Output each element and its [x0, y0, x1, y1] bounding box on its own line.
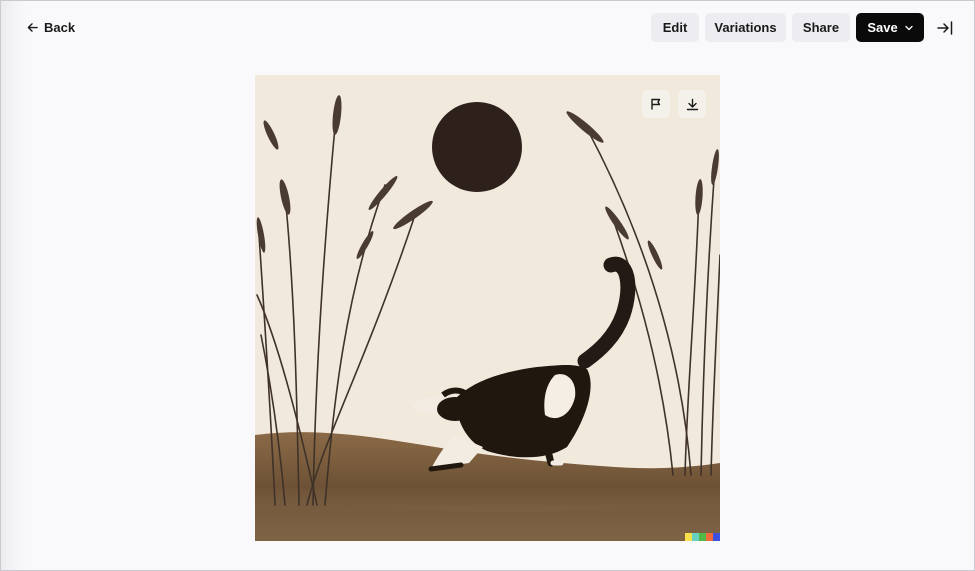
back-label: Back: [44, 19, 76, 35]
variations-label: Variations: [714, 20, 777, 35]
signature-swatch: [706, 533, 713, 541]
download-button[interactable]: [678, 90, 706, 118]
save-button[interactable]: Save: [856, 13, 924, 42]
collapse-panel-button[interactable]: [935, 18, 955, 38]
generated-image[interactable]: [255, 75, 720, 541]
share-button[interactable]: Share: [792, 13, 850, 42]
signature-color-strip: [685, 533, 720, 541]
chevron-down-icon: [905, 25, 913, 30]
edit-label: Edit: [662, 20, 688, 35]
download-icon: [686, 98, 698, 110]
back-button[interactable]: Back: [27, 17, 75, 37]
signature-swatch: [685, 533, 692, 541]
report-button[interactable]: [642, 90, 670, 118]
artwork-illustration: [255, 75, 720, 541]
app-window: Back Edit Variations Share Save: [0, 0, 975, 571]
arrow-left-icon: [27, 22, 38, 32]
left-panel-shadow: [1, 1, 27, 570]
signature-swatch: [699, 533, 706, 541]
flag-icon: [651, 98, 661, 110]
share-label: Share: [802, 20, 840, 35]
save-label: Save: [867, 20, 898, 35]
signature-swatch: [692, 533, 699, 541]
edit-button[interactable]: Edit: [651, 13, 699, 42]
arrow-right-to-line-icon: [937, 21, 953, 35]
variations-button[interactable]: Variations: [705, 13, 786, 42]
signature-swatch: [713, 533, 720, 541]
